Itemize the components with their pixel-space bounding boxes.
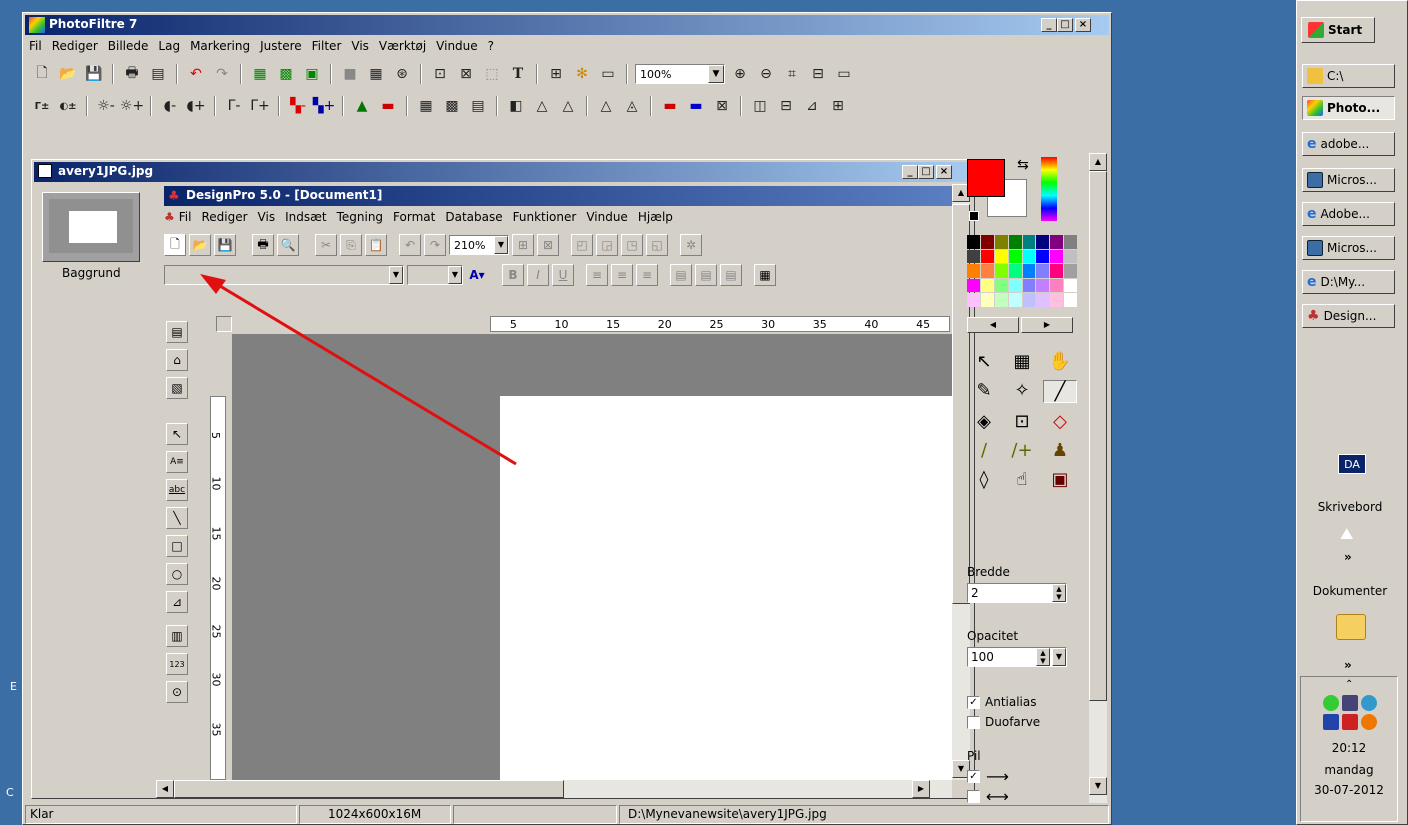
desktop-fragment: C	[6, 786, 14, 799]
skrivebord-toolbar-label[interactable]: Skrivebord	[1302, 500, 1398, 514]
tdc-icon[interactable]	[1342, 714, 1358, 730]
dokumenter-toolbar-label[interactable]: Dokumenter	[1302, 584, 1398, 598]
ie-icon: e	[1307, 274, 1317, 290]
mail-icon[interactable]	[1323, 714, 1339, 730]
task-d-my[interactable]: e D:\My...	[1302, 270, 1395, 294]
desktop-fragment: E	[10, 680, 17, 693]
chevron-double-right-icon[interactable]: »	[1344, 550, 1352, 564]
photofiltre-icon	[1307, 100, 1323, 116]
speaker-icon[interactable]	[1342, 695, 1358, 711]
folder-icon	[1307, 68, 1323, 84]
task-label-adobe2: Adobe...	[1320, 207, 1370, 221]
sync-icon[interactable]	[1361, 695, 1377, 711]
task-label-design: Design...	[1323, 309, 1377, 323]
task-label-adobe1: adobe...	[1320, 137, 1370, 151]
foreground-color[interactable]	[967, 159, 1005, 197]
firefox-icon[interactable]	[1361, 714, 1377, 730]
task-label-micros2: Micros...	[1327, 241, 1377, 255]
task-microsoft-1[interactable]: Micros...	[1302, 168, 1395, 192]
microsoft-app-icon	[1307, 240, 1323, 256]
clock-date: 30-07-2012	[1314, 783, 1384, 797]
task-label-dmy: D:\My...	[1320, 275, 1366, 289]
system-tray: ⌃ 20:12 mandag 30-07-2012	[1300, 676, 1398, 822]
task-label-micros1: Micros...	[1327, 173, 1377, 187]
task-label-photo: Photo...	[1327, 101, 1381, 115]
task-designpro[interactable]: ♣ Design...	[1302, 304, 1395, 328]
tray-icons	[1323, 695, 1379, 730]
start-label: Start	[1328, 23, 1363, 37]
desktop-icon[interactable]: ⛰	[1340, 524, 1353, 544]
tray-expand-icon[interactable]: ⌃	[1345, 679, 1353, 690]
task-photofiltre[interactable]: Photo...	[1302, 96, 1395, 120]
network-icon[interactable]	[1323, 695, 1339, 711]
designpro-icon: ♣	[1307, 308, 1320, 324]
annotation-arrow	[200, 274, 517, 466]
ie-icon: e	[1307, 206, 1317, 222]
windows-logo-icon	[1308, 22, 1324, 38]
documents-folder-icon[interactable]	[1336, 614, 1366, 640]
task-adobe-ie[interactable]: e adobe...	[1302, 132, 1395, 156]
start-button[interactable]: Start	[1301, 17, 1375, 43]
clock-time[interactable]: 20:12	[1301, 741, 1397, 755]
chevron-double-right-icon[interactable]: »	[1344, 658, 1352, 672]
clock-day: mandag	[1324, 763, 1374, 777]
task-c-drive[interactable]: C:\	[1302, 64, 1395, 88]
ie-icon: e	[1307, 136, 1317, 152]
language-indicator[interactable]: DA	[1338, 454, 1366, 474]
task-label-c: C:\	[1327, 69, 1344, 83]
task-adobe-2[interactable]: e Adobe...	[1302, 202, 1395, 226]
microsoft-app-icon	[1307, 172, 1323, 188]
task-microsoft-2[interactable]: Micros...	[1302, 236, 1395, 260]
